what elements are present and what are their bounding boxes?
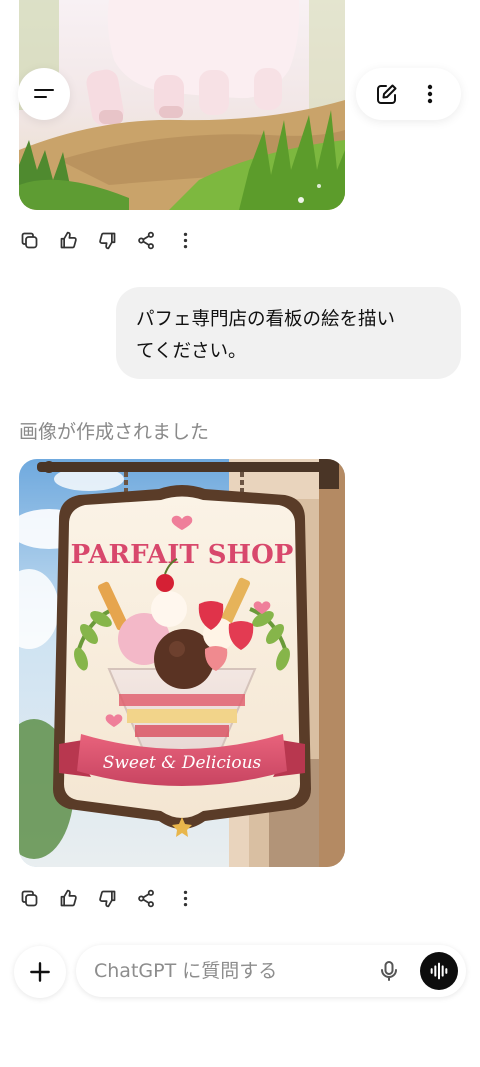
user-message-line-1: パフェ専門店の看板の絵を描い — [136, 309, 396, 330]
bad-response-button[interactable] — [97, 228, 136, 252]
more-vertical-icon — [183, 232, 188, 248]
copy-button[interactable] — [19, 228, 58, 252]
bad-response-button[interactable] — [97, 886, 136, 910]
more-vertical-icon — [427, 84, 432, 104]
share-button[interactable] — [136, 228, 175, 252]
user-message-bubble: パフェ専門店の看板の絵を描い てください。 — [116, 287, 461, 379]
generated-image-1-art — [19, 0, 345, 210]
parfait-sign-art: PARFAIT SHOP Sweet & Delicious — [19, 459, 345, 867]
image-created-status: 画像が作成されました — [19, 421, 210, 443]
more-options-button[interactable] — [415, 79, 445, 109]
copy-icon — [21, 890, 38, 906]
generated-image-1[interactable] — [19, 0, 345, 210]
plus-icon — [30, 962, 50, 982]
generated-image-2[interactable]: PARFAIT SHOP Sweet & Delicious — [19, 459, 345, 867]
message-composer — [76, 945, 466, 997]
good-response-button[interactable] — [58, 228, 97, 252]
thumbs-up-icon — [60, 231, 77, 248]
add-attachment-button[interactable] — [14, 946, 66, 998]
mic-icon — [381, 961, 397, 981]
edit-icon — [377, 84, 397, 104]
header-actions — [356, 68, 461, 120]
share-icon — [138, 889, 154, 907]
thumbs-down-icon — [99, 232, 116, 249]
more-vertical-icon — [183, 890, 188, 906]
good-response-button[interactable] — [58, 886, 97, 910]
sign-title-text: PARFAIT SHOP — [71, 540, 294, 570]
thumbs-up-icon — [60, 889, 77, 906]
new-chat-button[interactable] — [372, 79, 402, 109]
menu-icon — [34, 89, 54, 98]
user-message-line-2: てください。 — [136, 341, 247, 362]
message-actions — [19, 228, 214, 252]
share-icon — [138, 231, 154, 249]
copy-icon — [21, 232, 38, 248]
voice-mode-button[interactable] — [420, 952, 458, 990]
ribbon-text: Sweet & Delicious — [103, 753, 262, 773]
copy-button[interactable] — [19, 886, 58, 910]
share-button[interactable] — [136, 886, 175, 910]
dictate-button[interactable] — [374, 956, 404, 986]
message-actions — [19, 886, 214, 910]
voice-mode-icon — [430, 962, 448, 980]
thumbs-down-icon — [99, 890, 116, 907]
more-message-options-button[interactable] — [175, 886, 214, 910]
message-input[interactable] — [94, 945, 364, 997]
more-message-options-button[interactable] — [175, 228, 214, 252]
sidebar-menu-button[interactable] — [18, 68, 70, 120]
